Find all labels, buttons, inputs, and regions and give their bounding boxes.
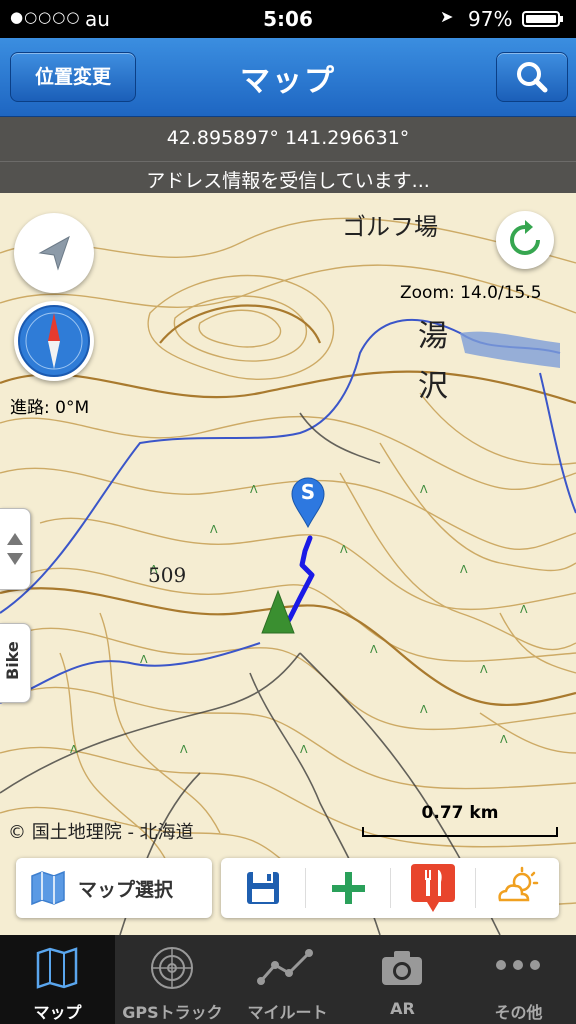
coordinates-text: 42.895897° 141.296631° xyxy=(166,127,410,149)
route-icon xyxy=(257,949,313,985)
elevation-label: 509 xyxy=(148,563,187,587)
status-bar: ●○○○○ au 5:06 ➤ 97% xyxy=(0,0,576,38)
weather-icon xyxy=(498,866,539,902)
address-status-text: アドレス情報を受信しています... xyxy=(0,161,576,193)
bike-mode-label: Bike xyxy=(3,641,22,680)
save-icon xyxy=(247,872,279,904)
map-icon xyxy=(31,870,65,906)
svg-text:Λ: Λ xyxy=(340,543,348,556)
location-info-bar: 42.895897° 141.296631° アドレス情報を受信しています... xyxy=(0,117,576,193)
map-select-button[interactable]: マップ選択 xyxy=(16,858,212,918)
action-toolbar xyxy=(221,858,559,918)
more-icon xyxy=(496,960,540,970)
scale-bar-line xyxy=(362,827,558,837)
restaurant-icon xyxy=(411,864,455,912)
svg-text:Λ: Λ xyxy=(70,743,78,756)
map-credit: © 国土地理院 - 北海道 xyxy=(8,822,194,843)
search-icon xyxy=(517,62,548,93)
map-view[interactable]: ΛΛΛ ΛΛΛ ΛΛΛ ΛΛΛ ΛΛΛ ゴルフ場 湯 沢 509 S 進路: 0… xyxy=(0,193,576,935)
tab-gps-track-label: GPSトラック xyxy=(122,1003,223,1022)
svg-text:Λ: Λ xyxy=(140,653,148,666)
map-icon xyxy=(36,947,78,989)
navigation-bar: 位置変更 マップ xyxy=(0,38,576,117)
tab-my-route-label: マイルート xyxy=(247,1003,328,1022)
save-button[interactable] xyxy=(221,858,305,918)
svg-text:Λ: Λ xyxy=(460,563,468,576)
camera-icon xyxy=(382,951,422,985)
battery-percent: 97% xyxy=(468,7,513,31)
golf-course-label: ゴルフ場 xyxy=(342,213,438,241)
heading-readout: 進路: 0°M xyxy=(10,398,90,418)
place-label-yu: 湯 xyxy=(418,319,448,354)
north-up-button[interactable] xyxy=(14,213,94,293)
tab-my-route[interactable]: マイルート xyxy=(230,935,345,1024)
weather-button[interactable] xyxy=(476,858,560,918)
svg-text:Λ: Λ xyxy=(520,603,528,616)
map-select-label: マップ選択 xyxy=(78,879,174,901)
up-down-arrows-icon xyxy=(7,533,23,565)
tab-gps-track[interactable]: GPSトラック xyxy=(115,935,230,1024)
start-marker-label: S xyxy=(300,480,316,504)
add-point-button[interactable] xyxy=(306,858,390,918)
battery-icon xyxy=(522,11,563,27)
place-label-sawa: 沢 xyxy=(418,369,448,404)
search-button[interactable] xyxy=(496,52,568,102)
location-arrow-icon: ➤ xyxy=(440,7,454,26)
svg-text:Λ: Λ xyxy=(480,663,488,676)
compass-icon xyxy=(18,305,90,377)
svg-text:Λ: Λ xyxy=(300,743,308,756)
svg-text:Λ: Λ xyxy=(370,643,378,656)
tab-map-label: マップ xyxy=(33,1003,82,1022)
navigation-arrow-icon xyxy=(38,235,70,271)
map-layer-toggle[interactable] xyxy=(0,508,31,590)
zoom-level: Zoom: 14.0/15.5 xyxy=(400,283,542,303)
compass-button[interactable] xyxy=(14,301,94,381)
svg-text:Λ: Λ xyxy=(420,703,428,716)
radar-icon xyxy=(151,947,193,989)
add-icon xyxy=(332,872,365,904)
svg-text:Λ: Λ xyxy=(180,743,188,756)
start-marker[interactable]: S xyxy=(290,476,326,528)
tab-ar[interactable]: AR xyxy=(345,935,460,1024)
page-title: マップ xyxy=(240,64,336,99)
tab-more[interactable]: その他 xyxy=(461,935,576,1024)
tab-ar-label: AR xyxy=(390,999,415,1018)
svg-text:Λ: Λ xyxy=(420,483,428,496)
scale-bar: 0.77 km xyxy=(362,803,558,837)
bike-mode-button[interactable]: Bike xyxy=(0,623,31,703)
scale-label: 0.77 km xyxy=(421,803,499,823)
svg-text:Λ: Λ xyxy=(210,523,218,536)
restaurant-button[interactable] xyxy=(391,858,475,918)
refresh-icon xyxy=(510,220,540,255)
tab-more-label: その他 xyxy=(494,1003,543,1022)
tab-bar: マップ GPSトラック マイルート AR その他 xyxy=(0,935,576,1024)
svg-text:Λ: Λ xyxy=(250,483,258,496)
refresh-button[interactable] xyxy=(496,211,554,269)
svg-text:Λ: Λ xyxy=(500,733,508,746)
tab-map[interactable]: マップ xyxy=(0,935,115,1024)
